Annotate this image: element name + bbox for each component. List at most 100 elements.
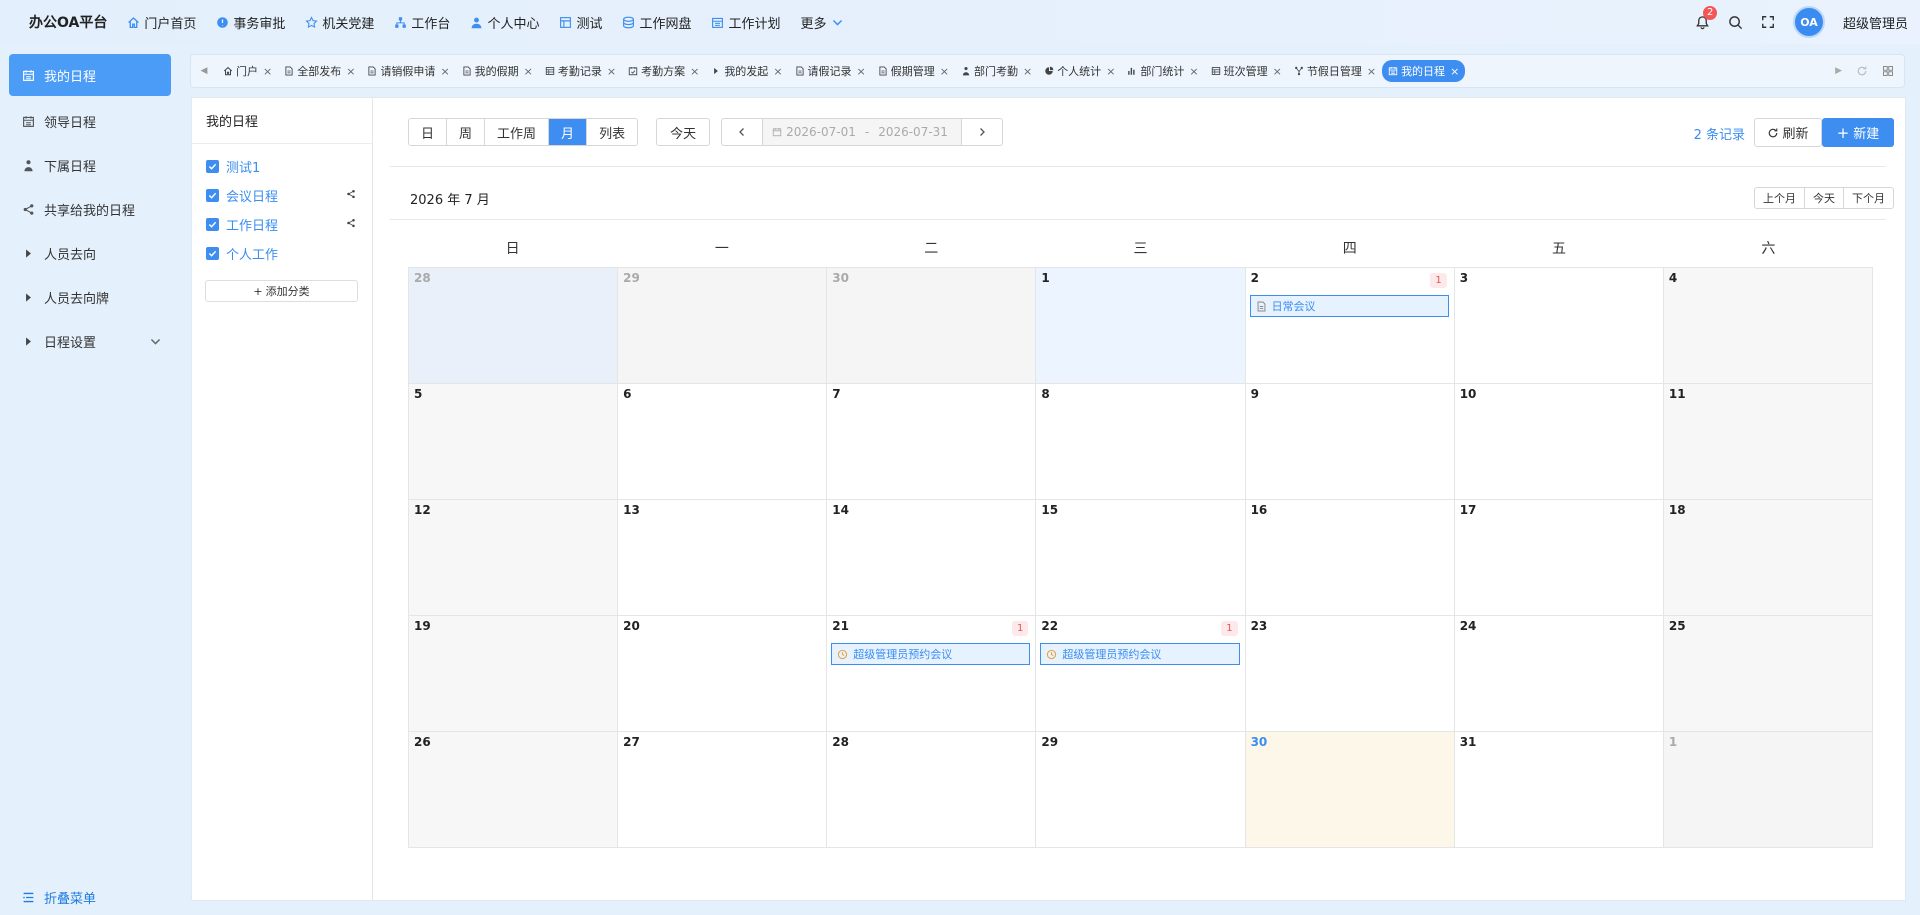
refresh-button[interactable]: 刷新 [1754,118,1822,147]
calendar-day-cell[interactable]: 30 [1245,732,1455,848]
sidebar-item-2[interactable]: 下属日程 [0,144,190,186]
nav-item-6[interactable]: 工作网盘 [612,0,701,44]
calendar-day-cell[interactable]: 12 [409,500,619,616]
category-item[interactable]: 会议日程 [192,181,372,210]
tab-13[interactable]: 节假日管理 × [1288,60,1382,82]
collapse-menu-button[interactable]: 折叠菜单 [22,888,96,907]
calendar-day-cell[interactable]: 9 [1245,384,1455,500]
calendar-day-cell[interactable]: 4 [1663,268,1873,384]
tab-close-icon[interactable]: × [690,65,699,78]
nav-item-3[interactable]: 工作台 [384,0,460,44]
tabs-scroll-left[interactable]: ◀ [191,66,217,76]
sidebar-item-0[interactable]: 我的日程 [9,54,171,96]
calendar-day-cell[interactable]: 7 [827,384,1037,500]
category-item[interactable]: 测试1 [192,152,372,181]
checkbox-checked[interactable] [206,247,219,260]
calendar-day-cell[interactable]: 29 [1036,732,1246,848]
calendar-day-cell[interactable]: 31 [1454,732,1664,848]
calendar-day-cell[interactable]: 28 [409,268,619,384]
tab-4[interactable]: 考勤记录 × [539,60,622,82]
tab-7[interactable]: 请假记录 × [789,60,872,82]
calendar-day-cell[interactable]: 20 [618,616,828,732]
nav-item-0[interactable]: 门户首页 [117,0,206,44]
tab-10[interactable]: 个人统计 × [1038,60,1121,82]
tab-12[interactable]: 班次管理 × [1205,60,1288,82]
calendar-day-cell[interactable]: 5 [409,384,619,500]
calendar-day-cell[interactable]: 22 1 超级管理员预约会议 [1036,616,1246,732]
today-button[interactable]: 今天 [656,118,711,146]
view-button-3[interactable]: 月 [549,119,588,145]
tab-close-icon[interactable]: × [1106,65,1115,78]
tab-14[interactable]: 我的日程 × [1382,60,1466,82]
calendar-day-cell[interactable]: 2 1 日常会议 [1245,268,1455,384]
calendar-day-cell[interactable]: 29 [618,268,828,384]
tab-close-icon[interactable]: × [524,65,533,78]
view-button-4[interactable]: 列表 [587,119,638,145]
tab-close-icon[interactable]: × [440,65,449,78]
sidebar-item-1[interactable]: 领导日程 [0,100,190,142]
calendar-day-cell[interactable]: 16 [1245,500,1455,616]
date-range-input[interactable]: 2026-07-01 - 2026-07-31 [763,118,962,146]
tab-3[interactable]: 我的假期 × [456,60,539,82]
calendar-day-cell[interactable]: 18 [1663,500,1873,616]
calendar-day-cell[interactable]: 15 [1036,500,1246,616]
calendar-day-cell[interactable]: 21 1 超级管理员预约会议 [827,616,1037,732]
calendar-day-cell[interactable]: 8 [1036,384,1246,500]
calendar-day-cell[interactable]: 30 [827,268,1037,384]
prev-range-button[interactable] [721,118,764,146]
tab-1[interactable]: 全部发布 × [278,60,361,82]
calendar-day-cell[interactable]: 14 [827,500,1037,616]
calendar-day-cell[interactable]: 19 [409,616,619,732]
nav-item-4[interactable]: 个人中心 [460,0,549,44]
tab-close-icon[interactable]: × [1189,65,1198,78]
sidebar-item-3[interactable]: 共享给我的日程 [0,188,190,230]
tab-close-icon[interactable]: × [773,65,782,78]
grid-icon[interactable] [1882,65,1894,77]
calendar-day-cell[interactable]: 24 [1454,616,1664,732]
nav-item-more[interactable]: 更多 [791,0,854,44]
tab-close-icon[interactable]: × [607,65,616,78]
month-nav-button-0[interactable]: 上个月 [1755,188,1805,208]
tab-close-icon[interactable]: × [346,65,355,78]
month-nav-button-2[interactable]: 下个月 [1844,188,1893,208]
reload-icon[interactable] [1856,65,1868,77]
tabs-scroll-right[interactable]: ▶ [1835,66,1842,76]
calendar-day-cell[interactable]: 11 [1663,384,1873,500]
sidebar-item-6[interactable]: 日程设置 [0,320,190,362]
calendar-event[interactable]: 日常会议 [1249,295,1449,317]
tab-close-icon[interactable]: × [1367,65,1376,78]
add-category-button[interactable]: + 添加分类 [205,280,358,302]
notification-button[interactable]: 2 [1695,5,1718,30]
tab-close-icon[interactable]: × [940,65,949,78]
calendar-day-cell[interactable]: 13 [618,500,828,616]
avatar[interactable]: OA [1792,6,1825,38]
next-range-button[interactable] [961,118,1004,146]
month-nav-button-1[interactable]: 今天 [1805,188,1844,208]
tab-close-icon[interactable]: × [1450,65,1459,78]
new-schedule-button[interactable]: + 新建 [1822,118,1894,147]
calendar-day-cell[interactable]: 28 [827,732,1037,848]
checkbox-checked[interactable] [206,218,219,231]
tab-8[interactable]: 假期管理 × [872,60,955,82]
calendar-day-cell[interactable]: 6 [618,384,828,500]
calendar-day-cell[interactable]: 1 [1036,268,1246,384]
tab-6[interactable]: 我的发起 × [705,60,788,82]
nav-item-2[interactable]: 机关党建 [295,0,384,44]
calendar-day-cell[interactable]: 26 [409,732,619,848]
tab-0[interactable]: 门户 × [217,60,278,82]
calendar-event[interactable]: 超级管理员预约会议 [831,643,1031,665]
category-item[interactable]: 个人工作 [192,239,372,268]
tab-2[interactable]: 请销假申请 × [361,60,455,82]
view-button-0[interactable]: 日 [409,119,448,145]
calendar-day-cell[interactable]: 10 [1454,384,1664,500]
tab-close-icon[interactable]: × [1273,65,1282,78]
tab-close-icon[interactable]: × [263,65,272,78]
view-button-1[interactable]: 周 [447,119,486,145]
search-icon[interactable] [1728,15,1743,30]
username[interactable]: 超级管理员 [1843,13,1908,32]
category-item[interactable]: 工作日程 [192,210,372,239]
nav-item-5[interactable]: 测试 [549,0,612,44]
sidebar-item-4[interactable]: 人员去向 [0,232,190,274]
calendar-day-cell[interactable]: 25 [1663,616,1873,732]
nav-item-1[interactable]: 事务审批 [206,0,295,44]
